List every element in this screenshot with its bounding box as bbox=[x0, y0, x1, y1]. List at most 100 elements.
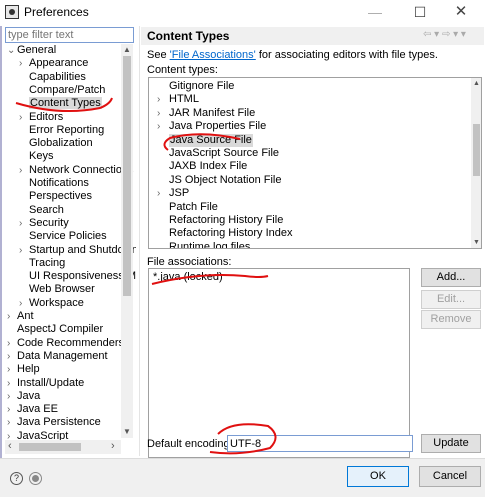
tree-item[interactable]: Notifications bbox=[19, 177, 89, 190]
tree-item[interactable]: Perspectives bbox=[19, 190, 92, 203]
content-type-label: JavaScript Source File bbox=[169, 147, 280, 159]
content-types-scrollbar[interactable]: ▲ ▼ bbox=[471, 78, 481, 248]
collapsed-arrow-icon[interactable]: › bbox=[19, 297, 29, 310]
history-nav-icons[interactable]: ⇦ ▾ ⇨ ▾ ▾ bbox=[423, 29, 466, 40]
content-type-label: HTML bbox=[169, 93, 199, 106]
tree-item[interactable]: › Network Connections bbox=[19, 164, 134, 177]
content-type-item[interactable]: Refactoring History Index bbox=[169, 227, 293, 240]
tree-item[interactable]: › Java Persistence bbox=[7, 416, 101, 429]
tree-item[interactable]: › Java EE bbox=[7, 403, 58, 416]
tree-item-label: Notifications bbox=[29, 177, 89, 189]
tree-item[interactable]: Compare/Patch bbox=[19, 84, 105, 97]
collapsed-arrow-icon[interactable]: › bbox=[19, 217, 29, 230]
scroll-down-icon[interactable]: ▼ bbox=[121, 426, 133, 438]
file-associations-link[interactable]: 'File Associations' bbox=[170, 49, 256, 61]
tree-item[interactable]: › Workspace bbox=[19, 297, 84, 310]
list-item[interactable]: *.java (locked) bbox=[153, 271, 223, 283]
collapsed-arrow-icon[interactable]: › bbox=[7, 390, 17, 403]
collapsed-arrow-icon[interactable]: › bbox=[19, 164, 29, 177]
tree-item[interactable]: › Startup and Shutdown bbox=[19, 244, 136, 257]
collapsed-arrow-icon[interactable]: › bbox=[19, 244, 29, 257]
app-icon bbox=[5, 5, 19, 19]
tree-item[interactable]: Globalization bbox=[19, 137, 93, 150]
tree-item[interactable]: Tracing bbox=[19, 257, 65, 270]
content-type-item[interactable]: › JAR Manifest File bbox=[157, 106, 256, 120]
tree-item[interactable]: Error Reporting bbox=[19, 124, 104, 137]
tree-item[interactable]: › Appearance bbox=[19, 57, 88, 70]
tree-item[interactable]: › Data Management bbox=[7, 350, 108, 363]
tree-item[interactable]: Service Policies bbox=[19, 230, 107, 243]
scroll-up-icon[interactable]: ▲ bbox=[471, 80, 481, 87]
tree-vertical-scrollbar[interactable]: ▲ ▼ bbox=[121, 44, 133, 438]
remove-button[interactable]: Remove bbox=[421, 310, 481, 329]
collapsed-arrow-icon[interactable]: › bbox=[157, 93, 160, 106]
collapsed-arrow-icon[interactable]: › bbox=[7, 350, 17, 363]
scrollbar-thumb[interactable] bbox=[19, 443, 81, 451]
scroll-right-icon[interactable]: › bbox=[111, 440, 115, 452]
record-icon[interactable] bbox=[29, 472, 42, 485]
maximize-button[interactable]: ☐ bbox=[400, 1, 440, 25]
minimize-button[interactable]: — bbox=[355, 1, 395, 25]
content-type-item[interactable]: Runtime log files bbox=[169, 240, 251, 249]
tree-item-label: Help bbox=[17, 363, 40, 376]
collapsed-arrow-icon[interactable]: › bbox=[7, 377, 17, 390]
tree-item[interactable]: › Ant bbox=[7, 310, 34, 323]
cancel-button[interactable]: Cancel bbox=[419, 466, 481, 487]
content-type-item[interactable]: Java Source File bbox=[169, 133, 253, 147]
tree-item[interactable]: › Help bbox=[7, 363, 40, 376]
expanded-arrow-icon[interactable]: ⌄ bbox=[7, 44, 17, 57]
tree-item[interactable]: › Java bbox=[7, 390, 40, 403]
close-button[interactable]: ✕ bbox=[441, 1, 481, 25]
content-type-item[interactable]: Refactoring History File bbox=[169, 214, 283, 227]
content-type-item[interactable]: › Java Properties File bbox=[157, 120, 266, 133]
collapsed-arrow-icon[interactable]: › bbox=[19, 111, 29, 124]
tree-item[interactable]: › Security bbox=[19, 217, 69, 230]
collapsed-arrow-icon[interactable]: › bbox=[7, 416, 17, 429]
collapsed-arrow-icon[interactable]: › bbox=[157, 187, 160, 200]
collapsed-arrow-icon[interactable]: › bbox=[19, 57, 29, 70]
content-type-label: JAR Manifest File bbox=[169, 106, 256, 119]
tree-item[interactable]: Capabilities bbox=[19, 71, 86, 84]
content-type-item[interactable]: › JSP bbox=[157, 187, 190, 200]
ok-button[interactable]: OK bbox=[347, 466, 409, 487]
tree-item[interactable]: Keys bbox=[19, 150, 53, 163]
content-type-item[interactable]: Patch File bbox=[169, 201, 218, 214]
collapsed-arrow-icon[interactable]: › bbox=[7, 310, 17, 323]
splitter[interactable] bbox=[139, 26, 140, 456]
filter-input[interactable] bbox=[5, 27, 134, 43]
collapsed-arrow-icon[interactable]: › bbox=[7, 337, 17, 350]
content-type-item[interactable]: › HTML bbox=[157, 93, 199, 106]
collapsed-arrow-icon[interactable]: › bbox=[157, 107, 160, 120]
content-type-item[interactable]: JavaScript Source File bbox=[169, 147, 279, 160]
content-type-item[interactable]: JS Object Notation File bbox=[169, 174, 282, 187]
scrollbar-thumb[interactable] bbox=[123, 56, 131, 296]
scroll-left-icon[interactable]: ‹ bbox=[8, 440, 12, 452]
content-type-label: Runtime log files bbox=[169, 240, 251, 249]
tree-item[interactable]: UI Responsiveness M bbox=[19, 270, 136, 283]
tree-item[interactable]: Content Types bbox=[19, 97, 102, 110]
tree-item[interactable]: Search bbox=[19, 204, 64, 217]
add-button[interactable]: Add... bbox=[421, 268, 481, 287]
default-encoding-input[interactable] bbox=[227, 435, 413, 452]
collapsed-arrow-icon[interactable]: › bbox=[157, 120, 160, 133]
content-type-label: JSP bbox=[169, 187, 190, 200]
tree-item[interactable]: AspectJ Compiler bbox=[7, 323, 103, 336]
tree-item[interactable]: Web Browser bbox=[19, 283, 95, 296]
content-type-item[interactable]: Gitignore File bbox=[169, 80, 234, 93]
tree-item-label: Web Browser bbox=[29, 283, 95, 296]
edit-button[interactable]: Edit... bbox=[421, 290, 481, 309]
tree-item[interactable]: › Editors bbox=[19, 111, 63, 124]
tree-item[interactable]: › Install/Update bbox=[7, 377, 84, 390]
content-type-item[interactable]: JAXB Index File bbox=[169, 160, 247, 173]
update-button[interactable]: Update bbox=[421, 434, 481, 453]
help-icon[interactable]: ? bbox=[10, 472, 23, 485]
collapsed-arrow-icon[interactable]: › bbox=[7, 363, 17, 376]
collapsed-arrow-icon[interactable]: › bbox=[7, 403, 17, 416]
scroll-down-icon[interactable]: ▼ bbox=[471, 239, 481, 246]
content-type-label: Patch File bbox=[169, 200, 218, 213]
scrollbar-thumb[interactable] bbox=[473, 124, 480, 176]
scroll-up-icon[interactable]: ▲ bbox=[121, 44, 133, 56]
tree-horizontal-scrollbar[interactable]: ‹ › bbox=[5, 440, 121, 454]
tree-item[interactable]: ⌄ General bbox=[7, 44, 56, 57]
tree-item[interactable]: › Code Recommenders bbox=[7, 337, 124, 350]
